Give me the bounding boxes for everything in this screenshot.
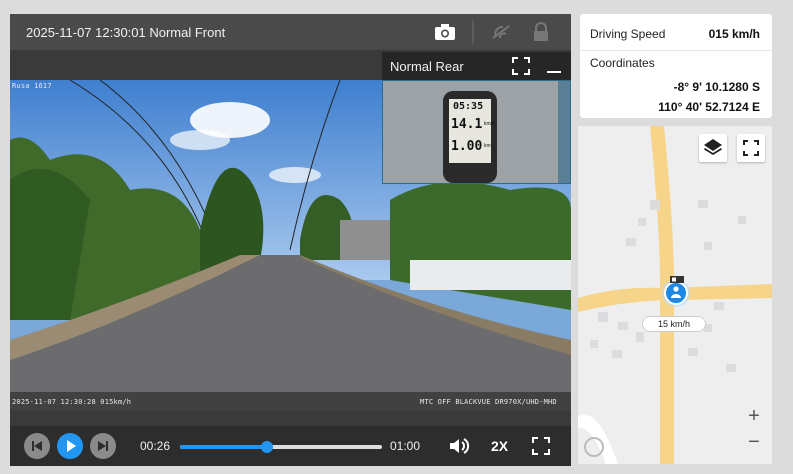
pip-gauge-distance-unit: km — [484, 143, 491, 149]
speed-label: Driving Speed — [590, 27, 666, 41]
video-title: 2025-11-07 12:30:01 Normal Front — [26, 25, 226, 40]
progress-handle[interactable] — [260, 441, 273, 453]
osd-device: MTC OFF BLACKVUE DR970X/UHD-MHD — [420, 398, 557, 406]
info-divider — [580, 50, 772, 51]
expand-icon[interactable] — [512, 57, 530, 80]
speed-value: 015 km/h — [708, 27, 760, 41]
osd-timestamp: 2025-11-07 12:30:28 015km/h — [12, 398, 132, 406]
prev-icon[interactable] — [24, 433, 50, 459]
progress-fill — [180, 445, 267, 449]
coordinates-label: Coordinates — [590, 56, 655, 70]
progress-slider[interactable] — [180, 441, 382, 453]
layers-icon[interactable] — [699, 134, 727, 162]
app-root: 2025-11-07 12:30:01 Normal Front Normal … — [0, 0, 793, 474]
osd-label: Rusa 1617 — [12, 82, 52, 90]
player-topbar: 2025-11-07 12:30:01 Normal Front — [10, 14, 571, 50]
lock-icon[interactable] — [530, 22, 552, 42]
pip-header: Normal Rear — [382, 52, 571, 80]
volume-icon[interactable] — [448, 436, 470, 461]
pip-title: Normal Rear — [390, 59, 464, 74]
longitude-value: 110° 40' 52.7124 E — [658, 100, 760, 114]
no-signal-icon[interactable] — [490, 22, 512, 42]
fullscreen-icon[interactable] — [532, 437, 550, 460]
trip-info-card: Driving Speed 015 km/h Coordinates -8° 9… — [580, 14, 772, 118]
map-view[interactable]: 15 km/h + − — [578, 126, 772, 464]
map-fullscreen-icon[interactable] — [737, 134, 765, 162]
pip-gauge-speed-unit: km/h — [484, 121, 495, 127]
latitude-value: -8° 9' 10.1280 S — [673, 80, 760, 94]
minimize-icon[interactable] — [546, 57, 562, 80]
playback-speed-button[interactable]: 2X — [491, 438, 508, 454]
pip-gauge-distance: 1.00 — [451, 139, 483, 154]
toolbar-divider — [472, 20, 474, 44]
current-time: 00:26 — [140, 439, 171, 453]
next-icon[interactable] — [90, 433, 116, 459]
play-icon[interactable] — [57, 433, 83, 459]
pip-gauge-time: 05:35 — [453, 101, 484, 112]
map-speed-tag: 15 km/h — [642, 316, 706, 332]
rear-camera-view[interactable]: 05:35 14.1 1.00 km/h km — [382, 80, 571, 184]
video-player: 2025-11-07 12:30:01 Normal Front Normal … — [10, 14, 571, 466]
zoom-in-button[interactable]: + — [742, 404, 766, 428]
total-time: 01:00 — [390, 439, 421, 453]
pip-gauge-speed: 14.1 — [451, 117, 483, 132]
camera-icon[interactable] — [434, 22, 456, 42]
playback-controls: 00:26 01:00 2X — [10, 426, 571, 466]
zoom-out-button[interactable]: − — [742, 430, 766, 454]
